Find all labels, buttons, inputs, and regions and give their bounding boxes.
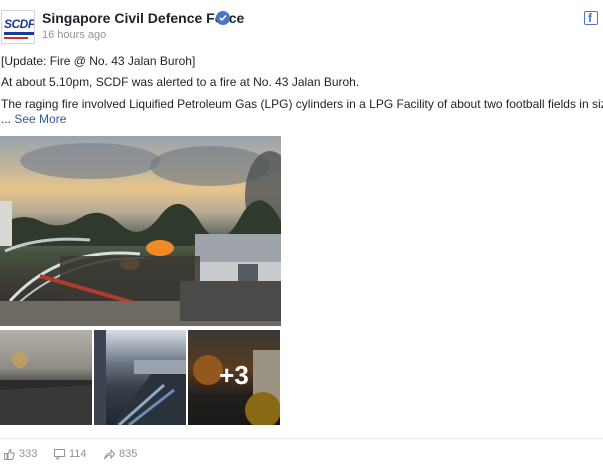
- see-more-row: ... See More: [1, 112, 66, 126]
- photo-thumbnail-3[interactable]: +3: [188, 330, 280, 425]
- page-avatar[interactable]: SCDF: [1, 10, 35, 44]
- share-icon: [104, 448, 115, 459]
- post-text-line-2: At about 5.10pm, SCDF was alerted to a f…: [1, 75, 360, 89]
- likes-count: 333: [19, 448, 38, 460]
- avatar-logo-text: SCDF: [4, 17, 35, 31]
- thumbnail-2-scene: [94, 330, 186, 425]
- comments-count: 114: [69, 448, 87, 460]
- shares-stat[interactable]: 835: [104, 448, 137, 460]
- post-footer: 333 114 835: [0, 438, 603, 469]
- photo-grid: +3: [0, 136, 282, 426]
- comment-icon: [54, 448, 65, 460]
- comments-stat[interactable]: 114: [54, 448, 87, 460]
- avatar-logo-stripe: [4, 32, 34, 35]
- post-text-line-1: [Update: Fire @ No. 43 Jalan Buroh]: [1, 54, 196, 68]
- avatar-logo-stripe-red: [4, 37, 28, 39]
- page-name-link[interactable]: Singapore Civil Defence Force: [42, 10, 244, 26]
- post-header: SCDF Singapore Civil Defence Force 16 ho…: [0, 0, 603, 48]
- photo-thumbnail-2[interactable]: [94, 330, 186, 425]
- main-photo-scene: [0, 143, 281, 326]
- facebook-icon[interactable]: f: [584, 11, 598, 25]
- post-timestamp[interactable]: 16 hours ago: [42, 29, 106, 41]
- post-text-line-3: The raging fire involved Liquified Petro…: [1, 97, 603, 111]
- more-photos-count: +3: [219, 360, 249, 390]
- main-photo[interactable]: [0, 136, 281, 326]
- more-photos-overlay[interactable]: +3: [188, 330, 280, 425]
- like-icon: [4, 448, 15, 460]
- see-more-link[interactable]: See More: [14, 112, 66, 126]
- photo-thumbnail-1[interactable]: [0, 330, 92, 425]
- verified-badge-icon: [216, 11, 230, 25]
- thumbnail-1-scene: [0, 352, 92, 425]
- ellipsis: ...: [1, 112, 12, 126]
- likes-stat[interactable]: 333: [4, 448, 37, 460]
- shares-count: 835: [119, 448, 138, 460]
